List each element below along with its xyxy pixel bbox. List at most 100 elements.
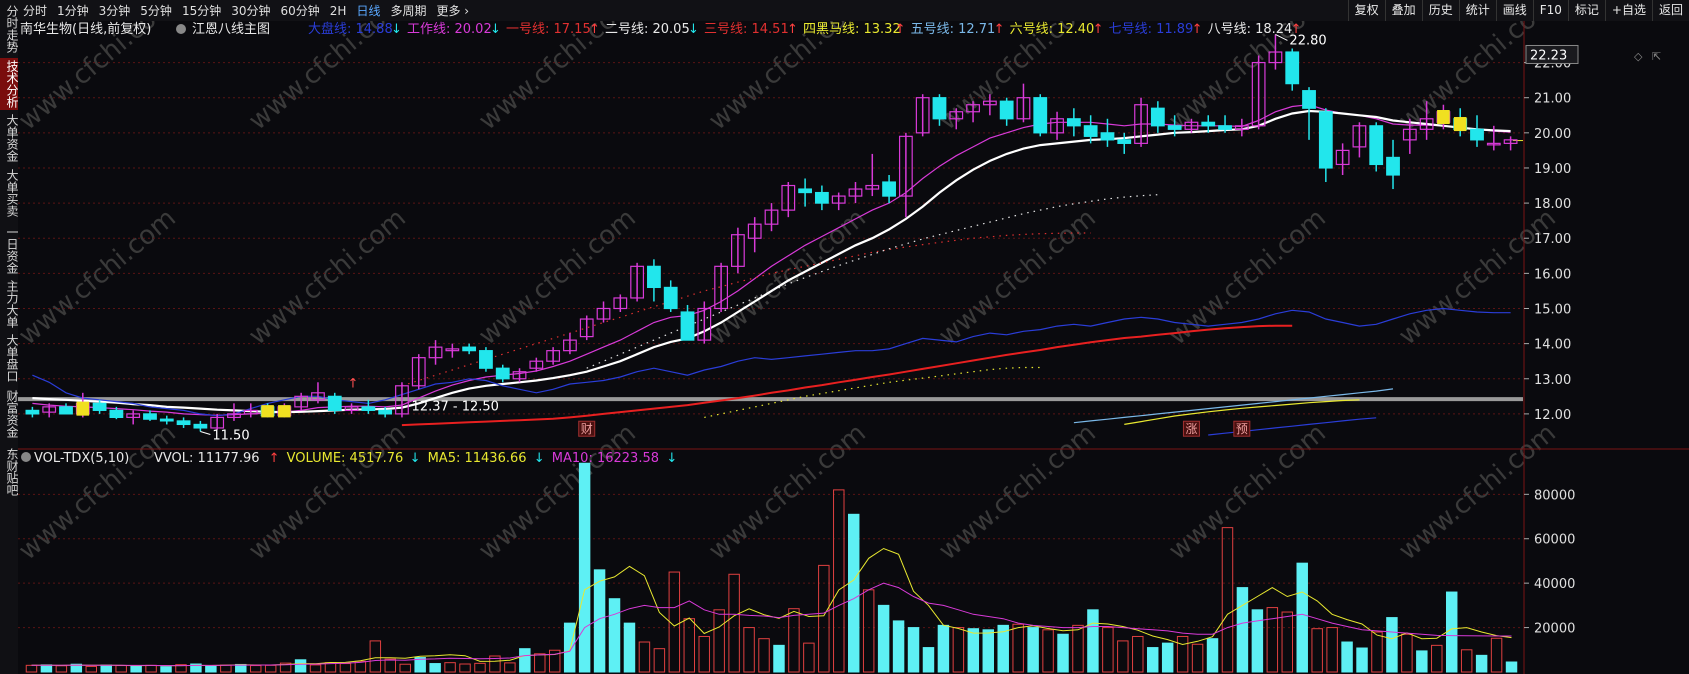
main-legend: 南华生物(日线,前复权) 江恩八线主图 大盘线: 14.88↓ 工作线: 20.0… [20,21,1302,37]
candle-body [932,97,947,120]
indicator-value: 五号线: 12.71 [911,22,996,37]
trend-arrow: ↑ [994,22,1005,37]
trend-arrow: ↓ [410,451,421,466]
period-tabs: 分时 1分钟 3分钟 5分钟 15分钟 30分钟 60分钟 2H 日线 多周期 更多 › [18,0,474,21]
volume-bar [773,644,785,673]
period-tab[interactable]: 分时 [18,2,52,19]
trend-arrow: ↓ [534,451,545,466]
sidebar-item[interactable]: 大单盘口 [0,332,19,384]
toolbar-button[interactable]: 画线 [1495,0,1533,21]
sidebar-item[interactable]: 大单买卖 [0,166,19,220]
news-marker-label: 财 [581,422,593,436]
diamond-icon[interactable]: ◇ [1634,50,1643,63]
volume-bar [578,462,591,673]
indicator-name: 江恩八线主图 [192,22,270,37]
volume-bar [205,665,217,673]
candle-body [378,409,393,415]
candle-body [92,402,107,411]
current-price-label: 22.23 [1530,48,1567,63]
period-tab[interactable]: 5分钟 [135,2,177,19]
sidebar-item[interactable]: 东财贴吧 [0,446,19,498]
price-tick-label: 19.00 [1534,162,1571,177]
volume-bar [967,628,980,673]
volume-bar [847,513,860,673]
sidebar-item[interactable]: 分时走势 [0,4,19,54]
candle-body [109,409,124,419]
volume-bar [892,620,905,673]
sidebar-item[interactable]: 一日资金 [0,224,19,276]
period-tab[interactable]: 1分钟 [52,2,94,19]
candlestick [479,347,493,372]
trend-arrow: ↑ [1291,22,1302,37]
period-tab[interactable]: 更多 › [431,2,474,19]
price-tick-label: 15.00 [1534,302,1571,317]
sidebar-item[interactable]: 大单资金 [0,112,19,164]
trend-arrow: ↑ [895,22,906,37]
candle-body [1150,107,1165,127]
trend-arrow: ↓ [490,22,501,37]
stock-title: 南华生物(日线,前复权) [20,21,151,37]
candle-body [25,409,40,415]
volume-bar [1341,641,1353,673]
period-tab[interactable]: 日线 [351,2,385,19]
candle-body [1369,125,1384,166]
toolbar-button[interactable]: 标记 [1567,0,1605,21]
volume-bar [623,622,636,673]
candlestick [327,392,342,414]
period-tab[interactable]: 60分钟 [276,2,325,19]
expand-arrow-icon[interactable]: ⇱ [1652,50,1661,63]
indicator-value: 六号线: 12.40 [1010,22,1095,37]
price-tick-label: 16.00 [1534,267,1571,282]
price-tick-label: 13.00 [1534,373,1571,388]
trend-arrow: ↑ [589,22,600,37]
sidebar-item[interactable]: 财富资金 [0,386,19,442]
sidebar-item[interactable]: 主力大单 [0,278,19,330]
volume-values: VVOL: 11177.96 ↑ VOLUME: 4517.76 ↓ MA5: 1143… [154,451,677,466]
candle-body [1302,90,1316,109]
candle-body [663,286,678,310]
toolbar-button[interactable]: 统计 [1458,0,1496,21]
period-tab[interactable]: 15分钟 [177,2,226,19]
candle-body [1100,132,1115,141]
candle-body [1117,139,1132,144]
volume-bar [1445,591,1458,673]
toolbar-button[interactable]: F10 [1532,0,1568,21]
sidebar-item[interactable]: 技术分析 [0,58,19,110]
volume-bar [1251,609,1264,673]
indicator-settings-icon[interactable] [176,24,186,34]
candle-body [143,413,157,420]
price-tick-label: 14.00 [1534,338,1571,353]
toolbar-button[interactable]: +自选 [1604,0,1652,21]
toolbar-button[interactable]: 历史 [1421,0,1459,21]
candle-body [1470,128,1484,141]
volume-bar [937,624,950,673]
candlestick [1369,122,1384,172]
indicator-value: 工作线: 20.02 [407,22,492,37]
period-tab[interactable]: 3分钟 [94,2,136,19]
volume-bar [1386,617,1398,673]
candle-body [159,418,174,422]
candle-body [462,346,477,352]
price-tick-label: 18.00 [1534,197,1571,212]
volume-settings-icon[interactable] [21,452,31,462]
period-tab[interactable]: 2H [325,4,352,18]
volume-tick-label: 20000 [1534,622,1575,637]
volume-value: VOLUME: 4517.76 [287,451,404,466]
signal-bar [1437,109,1450,125]
candle-body [193,423,208,429]
price-tick-label: 12.00 [1534,408,1571,423]
volume-tick-label: 60000 [1534,533,1575,548]
toolbar-button[interactable]: 叠加 [1384,0,1422,21]
chart-area[interactable]: www.cfchi.com www.cfchi.com www.cfchi.com w… [18,21,1689,674]
toolbar-button[interactable]: 复权 [1347,0,1385,21]
volume-bar [40,664,53,673]
indicator-values: 大盘线: 14.88↓ 工作线: 20.02↓ 一号线: 17.15↑ 二号线: 20… [308,21,1302,37]
period-tab[interactable]: 多周期 [385,2,431,19]
volume-bar [877,604,890,673]
volume-tick-label: 80000 [1534,488,1575,503]
trend-arrow: ↑ [269,451,280,466]
trend-arrow: ↓ [391,22,402,37]
volume-bar [1146,647,1159,673]
period-tab[interactable]: 30分钟 [226,2,275,19]
toolbar-button[interactable]: 返回 [1651,0,1689,21]
